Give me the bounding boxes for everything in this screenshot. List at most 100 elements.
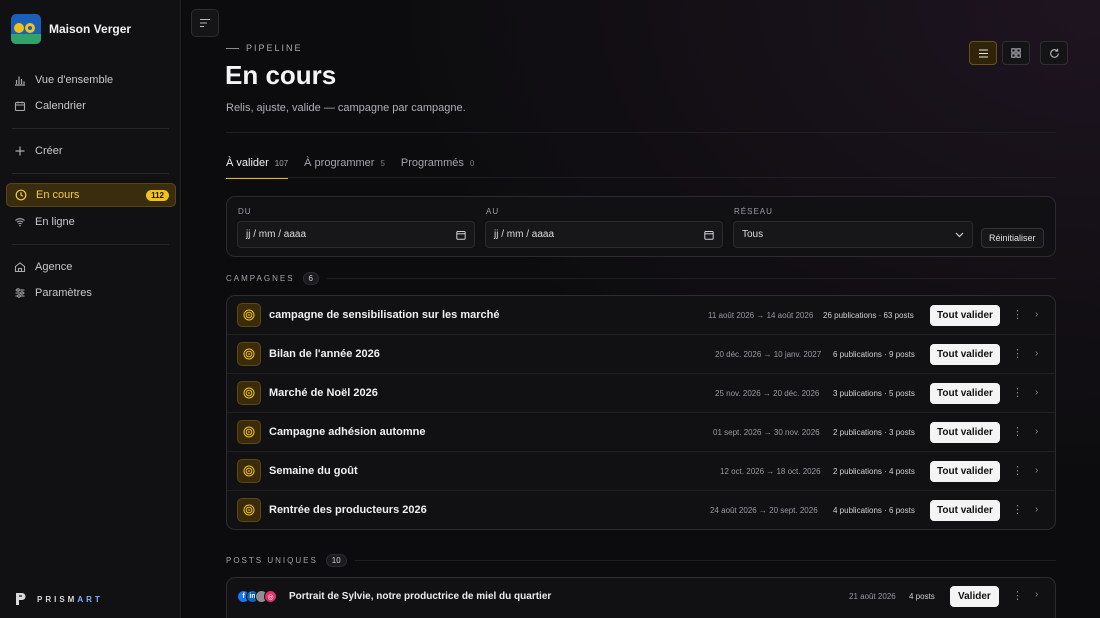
section-count: 6 xyxy=(302,272,319,285)
collapse-sidebar-button[interactable] xyxy=(191,9,219,37)
tab-to-validate[interactable]: À valider 107 xyxy=(226,157,289,179)
tab-scheduled[interactable]: Programmés 0 xyxy=(401,157,474,179)
post-count: 4 posts xyxy=(909,592,935,601)
chevron-right-icon[interactable]: › xyxy=(1035,348,1038,359)
brand-logo xyxy=(11,14,41,44)
sidebar-item-label: Vue d'ensemble xyxy=(35,74,114,86)
chevron-right-icon[interactable]: › xyxy=(1035,465,1038,476)
campaign-name: Marché de Noël 2026 xyxy=(269,387,378,399)
from-date-input[interactable]: jj / mm / aaaa xyxy=(237,221,475,248)
target-icon xyxy=(237,498,261,522)
campaign-name: Rentrée des producteurs 2026 xyxy=(269,504,427,516)
post-title: Portrait de Sylvie, notre productrice de… xyxy=(289,591,552,602)
calendar-icon[interactable] xyxy=(704,230,714,240)
campaign-dates: 12 oct. 2026 → 18 oct. 2026 xyxy=(720,467,821,476)
campaign-row[interactable]: Rentrée des producteurs 2026 24 août 202… xyxy=(227,491,1055,529)
list-icon xyxy=(978,48,988,58)
divider xyxy=(12,173,169,174)
chevron-right-icon[interactable]: › xyxy=(1035,504,1038,515)
calendar-icon[interactable] xyxy=(456,230,466,240)
more-options-icon[interactable]: ⋮ xyxy=(1012,425,1023,438)
more-options-icon[interactable]: ⋮ xyxy=(1012,589,1023,602)
campaign-stats: 3 publications · 5 posts xyxy=(833,389,915,398)
from-date-placeholder: jj / mm / aaaa xyxy=(246,229,307,240)
page-title: En cours xyxy=(225,60,337,90)
target-icon xyxy=(237,342,261,366)
prismart-icon xyxy=(16,593,26,605)
to-date-placeholder: jj / mm / aaaa xyxy=(494,229,555,240)
network-select[interactable]: Tous xyxy=(733,221,973,248)
sidebar-item-label: Créer xyxy=(35,145,63,157)
grid-icon xyxy=(1011,48,1021,58)
to-date-input[interactable]: jj / mm / aaaa xyxy=(485,221,723,248)
chevron-right-icon[interactable]: › xyxy=(1035,309,1038,320)
brand[interactable]: Maison Verger xyxy=(11,14,131,44)
menu-lines-icon xyxy=(200,18,210,28)
campaign-stats: 26 publications · 63 posts xyxy=(823,311,914,320)
network-select-value: Tous xyxy=(742,229,764,240)
campaign-stats: 2 publications · 4 posts xyxy=(833,467,915,476)
tab-count: 0 xyxy=(469,159,475,168)
sidebar-item-calendar[interactable]: Calendrier xyxy=(6,94,176,118)
validate-all-button[interactable]: Tout valider xyxy=(930,305,1000,326)
page-eyebrow: PIPELINE xyxy=(226,43,303,53)
campaign-row[interactable]: campagne de sensibilisation sur les marc… xyxy=(227,296,1055,335)
more-options-icon[interactable]: ⋮ xyxy=(1012,464,1023,477)
chevron-right-icon[interactable]: › xyxy=(1035,426,1038,437)
validate-all-button[interactable]: Tout valider xyxy=(930,500,1000,521)
wifi-icon xyxy=(13,216,26,229)
sidebar-item-agency[interactable]: Agence xyxy=(6,255,176,279)
tab-to-schedule[interactable]: À programmer 5 xyxy=(304,157,385,179)
more-options-icon[interactable]: ⋮ xyxy=(1012,347,1023,360)
chevron-right-icon[interactable]: › xyxy=(1035,589,1038,600)
validate-all-button[interactable]: Tout valider xyxy=(930,422,1000,443)
reset-filters-button[interactable]: Réinitialiser xyxy=(981,228,1044,248)
campaign-row[interactable]: Campagne adhésion automne 01 sept. 2026 … xyxy=(227,413,1055,452)
sidebar-item-online[interactable]: En ligne xyxy=(6,210,176,234)
validate-all-button[interactable]: Tout valider xyxy=(930,383,1000,404)
more-options-icon[interactable]: ⋮ xyxy=(1012,503,1023,516)
post-row[interactable]: f in ◎ Portrait de Sylvie, notre product… xyxy=(226,577,1056,618)
campaign-row[interactable]: Semaine du goût 12 oct. 2026 → 18 oct. 2… xyxy=(227,452,1055,491)
chevron-down-icon xyxy=(955,232,964,237)
post-date: 21 août 2026 xyxy=(849,592,896,601)
more-options-icon[interactable]: ⋮ xyxy=(1012,308,1023,321)
more-options-icon[interactable]: ⋮ xyxy=(1012,386,1023,399)
validate-button[interactable]: Valider xyxy=(950,586,999,607)
campaigns-section-header: CAMPAGNES 6 xyxy=(226,272,1056,285)
refresh-icon xyxy=(1049,48,1059,58)
instagram-icon: ◎ xyxy=(264,590,277,603)
sidebar-item-label: En ligne xyxy=(35,216,75,228)
clock-icon xyxy=(14,189,27,202)
sidebar-item-label: Calendrier xyxy=(35,100,86,112)
target-icon xyxy=(237,381,261,405)
sidebar-item-in-progress[interactable]: En cours 112 xyxy=(6,183,176,207)
refresh-button[interactable] xyxy=(1040,41,1068,65)
to-label: AU xyxy=(486,207,500,216)
sidebar-item-label: En cours xyxy=(36,189,80,201)
campaign-name: Bilan de l'année 2026 xyxy=(269,348,380,360)
campaign-dates: 20 déc. 2026 → 10 janv. 2027 xyxy=(715,350,822,359)
network-avatars: f in ◎ xyxy=(237,590,277,603)
tab-label: À programmer xyxy=(304,157,375,169)
list-view-button[interactable] xyxy=(969,41,997,65)
section-title: CAMPAGNES xyxy=(226,274,295,283)
chevron-right-icon[interactable]: › xyxy=(1035,387,1038,398)
tab-count: 107 xyxy=(274,159,289,168)
main-content: PIPELINE En cours Relis, ajuste, valide … xyxy=(182,0,1100,618)
tabs-underline xyxy=(226,177,1056,178)
campaign-row[interactable]: Marché de Noël 2026 25 nov. 2026 → 20 dé… xyxy=(227,374,1055,413)
grid-view-button[interactable] xyxy=(1002,41,1030,65)
sidebar-item-overview[interactable]: Vue d'ensemble xyxy=(6,68,176,92)
view-toolbar xyxy=(969,41,1068,65)
sidebar-item-settings[interactable]: Paramètres xyxy=(6,281,176,305)
sidebar: Maison Verger Vue d'ensemble Calendrier … xyxy=(0,0,181,618)
campaign-dates: 25 nov. 2026 → 20 déc. 2026 xyxy=(715,389,820,398)
sidebar-item-create[interactable]: Créer xyxy=(6,139,176,163)
calendar-icon xyxy=(13,100,26,113)
tab-label: À valider xyxy=(226,157,269,169)
target-icon xyxy=(237,303,261,327)
validate-all-button[interactable]: Tout valider xyxy=(930,344,1000,365)
campaign-row[interactable]: Bilan de l'année 2026 20 déc. 2026 → 10 … xyxy=(227,335,1055,374)
validate-all-button[interactable]: Tout valider xyxy=(930,461,1000,482)
